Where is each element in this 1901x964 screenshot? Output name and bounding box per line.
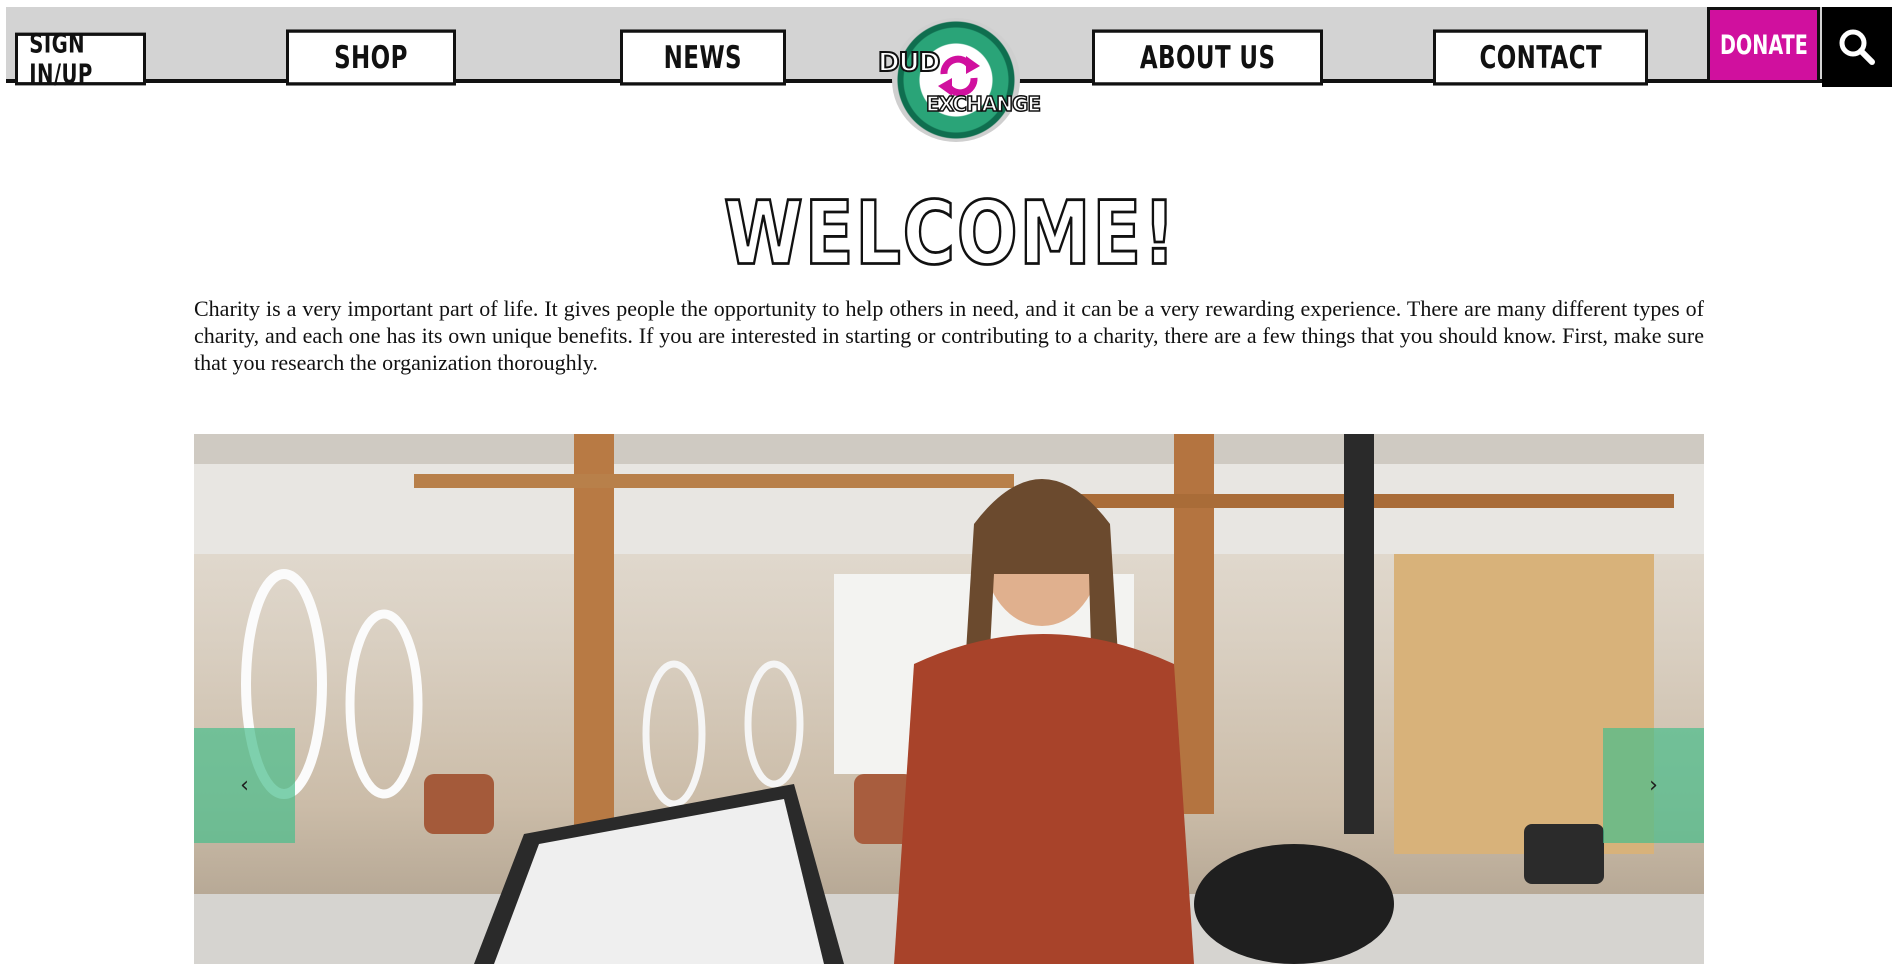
intro-paragraph: Charity is a very important part of life… [194, 296, 1704, 375]
about-us-nav-button[interactable]: ABOUT US [1092, 29, 1323, 86]
carousel-next-button[interactable]: › [1603, 728, 1704, 843]
news-nav-button[interactable]: NEWS [620, 29, 786, 86]
image-carousel: ‹ › [194, 434, 1704, 964]
contact-label: CONTACT [1479, 39, 1602, 76]
dud-exchange-logo[interactable]: DUD EXCHANGE [877, 18, 1042, 146]
search-button[interactable] [1822, 7, 1892, 87]
page-title: WELCOME! [0, 180, 1901, 287]
page-title-text: WELCOME! [723, 181, 1178, 286]
donate-label: DONATE [1719, 29, 1808, 61]
news-label: NEWS [663, 39, 743, 76]
search-icon [1839, 29, 1875, 65]
shop-nav-button[interactable]: SHOP [286, 29, 456, 86]
carousel-slide-photo [194, 434, 1704, 964]
donate-button[interactable]: DONATE [1707, 7, 1820, 83]
sign-in-button[interactable]: SIGN IN/UP [15, 28, 146, 90]
chevron-right-icon: › [1649, 773, 1658, 798]
shop-label: SHOP [334, 39, 408, 76]
about-us-label: ABOUT US [1139, 39, 1276, 76]
carousel-prev-button[interactable]: ‹ [194, 728, 295, 843]
chevron-left-icon: ‹ [240, 773, 249, 798]
sign-in-label: SIGN IN/UP [29, 28, 93, 90]
logo-text-exchange: EXCHANGE [925, 91, 1042, 117]
logo-text-dud: DUD [877, 47, 941, 79]
contact-nav-button[interactable]: CONTACT [1433, 29, 1648, 86]
